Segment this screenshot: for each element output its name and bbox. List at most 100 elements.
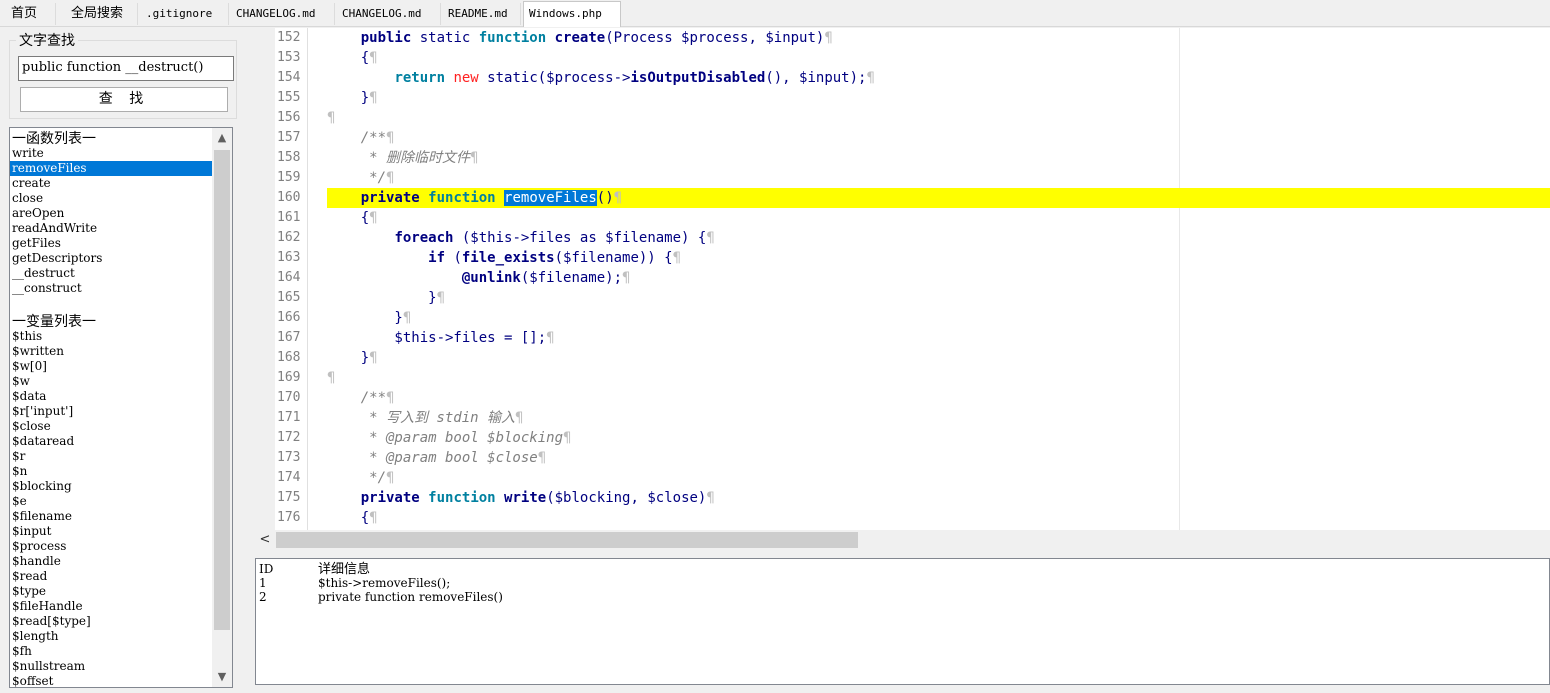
variable-item[interactable]: $handle — [10, 554, 212, 569]
pilcrow-mark: ¶ — [402, 310, 412, 326]
code-line[interactable]: * @param bool $blocking¶ — [327, 428, 1550, 448]
function-item[interactable]: write — [10, 146, 212, 161]
code-line[interactable]: private function removeFiles()¶ — [327, 188, 1550, 208]
function-item[interactable]: areOpen — [10, 206, 212, 221]
code-text: */ — [327, 470, 387, 486]
code-text: * @param bool $close — [327, 450, 538, 466]
variable-item[interactable]: $e — [10, 494, 212, 509]
line-number: 159 — [277, 170, 301, 185]
pilcrow-mark: ¶ — [824, 30, 833, 46]
code-line[interactable]: {¶ — [327, 208, 1550, 228]
function-item[interactable]: close — [10, 191, 212, 206]
variable-item[interactable]: $fileHandle — [10, 599, 212, 614]
variable-item[interactable]: $blocking — [10, 479, 212, 494]
code-line[interactable]: * @param bool $close¶ — [327, 448, 1550, 468]
code-line[interactable]: /**¶ — [327, 388, 1550, 408]
find-button[interactable]: 查 找 — [20, 87, 228, 112]
code-line[interactable]: ¶ — [327, 368, 1550, 388]
variable-item[interactable]: $data — [10, 389, 212, 404]
code-token: public — [360, 30, 412, 46]
code-line[interactable]: }¶ — [327, 308, 1550, 328]
tab-changelog-2[interactable]: CHANGELOG.md — [337, 3, 441, 25]
vertical-scrollbar[interactable]: ▲ ▼ — [212, 128, 232, 687]
scroll-up-icon[interactable]: ▲ — [212, 128, 232, 148]
pilcrow-mark: ¶ — [369, 50, 378, 66]
line-number: 158 — [277, 150, 301, 165]
code-area[interactable]: public static function create(Process $p… — [327, 28, 1550, 530]
variable-item[interactable]: $length — [10, 629, 212, 644]
code-editor[interactable]: 152 153 154 155 156 157 158 159 160 161 162 163 164 1… — [275, 28, 1550, 530]
tab-changelog-1[interactable]: CHANGELOG.md — [231, 3, 335, 25]
function-item[interactable]: removeFiles — [10, 161, 212, 176]
code-line[interactable]: }¶ — [327, 348, 1550, 368]
symbol-items: 一函数列表一 write removeFiles create close areOpe… — [10, 128, 212, 687]
code-line[interactable]: }¶ — [327, 88, 1550, 108]
function-item[interactable]: getDescriptors — [10, 251, 212, 266]
variable-item[interactable]: $fh — [10, 644, 212, 659]
variable-item[interactable]: $w — [10, 374, 212, 389]
code-line[interactable]: return new static($process->isOutputDisa… — [327, 68, 1550, 88]
code-line[interactable]: */¶ — [327, 168, 1550, 188]
variable-item[interactable]: $written — [10, 344, 212, 359]
code-line[interactable]: {¶ — [327, 48, 1550, 68]
code-line[interactable]: ¶ — [327, 108, 1550, 128]
variable-item[interactable]: $this — [10, 329, 212, 344]
variable-item[interactable]: $nullstream — [10, 659, 212, 674]
scroll-down-icon[interactable]: ▼ — [212, 667, 232, 687]
variable-item[interactable]: $r['input'] — [10, 404, 212, 419]
line-number: 174 — [277, 470, 301, 485]
results-panel[interactable]: ID 详细信息 1 $this->removeFiles(); 2 private f… — [255, 558, 1550, 685]
tab-gitignore[interactable]: .gitignore — [141, 3, 229, 25]
tab-windows-php[interactable]: Windows.php — [523, 1, 621, 27]
code-line[interactable]: /**¶ — [327, 128, 1550, 148]
search-input[interactable]: public function __destruct() — [18, 56, 234, 81]
function-item[interactable]: readAndWrite — [10, 221, 212, 236]
scroll-left-icon[interactable]: < — [255, 530, 275, 550]
code-line[interactable]: @unlink($filename);¶ — [327, 268, 1550, 288]
variable-item[interactable]: $filename — [10, 509, 212, 524]
variable-item[interactable]: $offset — [10, 674, 212, 687]
function-item[interactable]: create — [10, 176, 212, 191]
vertical-scroll-thumb[interactable] — [214, 150, 230, 630]
horizontal-scroll-thumb[interactable] — [276, 532, 858, 548]
code-line[interactable]: foreach ($this->files as $filename) {¶ — [327, 228, 1550, 248]
variable-item[interactable]: $close — [10, 419, 212, 434]
code-token: function — [428, 190, 496, 206]
function-item[interactable]: getFiles — [10, 236, 212, 251]
variable-item[interactable]: $n — [10, 464, 212, 479]
code-token: ($filename)) { — [554, 250, 673, 266]
variable-item[interactable]: $read[$type] — [10, 614, 212, 629]
code-line[interactable]: }¶ — [327, 288, 1550, 308]
variable-item[interactable]: $process — [10, 539, 212, 554]
code-line[interactable]: * 删除临时文件¶ — [327, 148, 1550, 168]
code-line[interactable]: $this->files = [];¶ — [327, 328, 1550, 348]
code-line[interactable]: private function write($blocking, $close… — [327, 488, 1550, 508]
variable-item[interactable]: $dataread — [10, 434, 212, 449]
code-line[interactable]: */¶ — [327, 468, 1550, 488]
variable-item[interactable]: $input — [10, 524, 212, 539]
code-token: @unlink — [461, 270, 521, 286]
variable-item[interactable]: $read — [10, 569, 212, 584]
pilcrow-mark: ¶ — [622, 270, 631, 286]
symbol-list[interactable]: 一函数列表一 write removeFiles create close areOpe… — [9, 127, 233, 688]
variable-item[interactable]: $type — [10, 584, 212, 599]
function-item[interactable]: __construct — [10, 281, 212, 296]
code-line[interactable]: * 写入到 stdin 输入¶ — [327, 408, 1550, 428]
code-line[interactable]: public static function create(Process $p… — [327, 28, 1550, 48]
code-line[interactable]: {¶ — [327, 508, 1550, 528]
horizontal-scrollbar[interactable]: < — [255, 530, 1550, 550]
code-token: ($blocking, $close) — [546, 490, 707, 506]
variable-item[interactable]: $w[0] — [10, 359, 212, 374]
tab-global-search[interactable]: 全局搜索 — [66, 3, 138, 25]
tab-home[interactable]: 首页 — [6, 3, 56, 25]
code-text: * 删除临时文件 — [327, 150, 471, 166]
tab-readme[interactable]: README.md — [443, 3, 521, 25]
variable-item[interactable]: $r — [10, 449, 212, 464]
code-token: if — [428, 250, 446, 266]
function-item[interactable]: __destruct — [10, 266, 212, 281]
pilcrow-mark: ¶ — [613, 190, 623, 206]
code-line[interactable]: if (file_exists($filename)) {¶ — [327, 248, 1550, 268]
